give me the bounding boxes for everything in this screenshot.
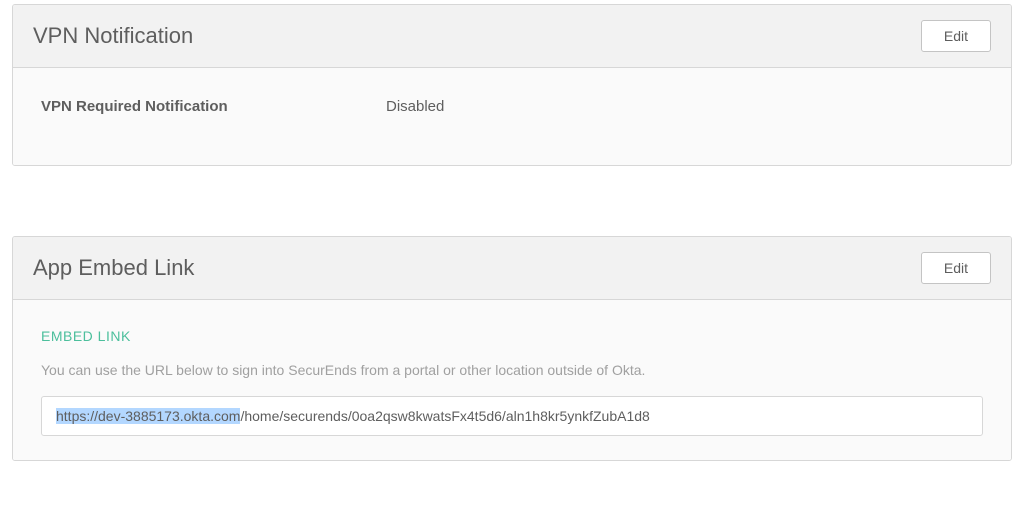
vpn-required-row: VPN Required Notification Disabled (41, 98, 983, 115)
vpn-panel-header: VPN Notification Edit (13, 5, 1011, 68)
vpn-required-value: Disabled (386, 98, 444, 115)
embed-url-rest: /home/securends/0oa2qsw8kwatsFx4t5d6/aln… (240, 408, 649, 424)
vpn-edit-button[interactable]: Edit (921, 20, 991, 52)
embed-section-label: EMBED LINK (41, 328, 983, 344)
vpn-panel-body: VPN Required Notification Disabled (13, 68, 1011, 165)
embed-panel-body: EMBED LINK You can use the URL below to … (13, 300, 1011, 460)
embed-description: You can use the URL below to sign into S… (41, 362, 983, 378)
embed-panel-title: App Embed Link (33, 255, 194, 281)
vpn-required-label: VPN Required Notification (41, 98, 386, 115)
vpn-notification-panel: VPN Notification Edit VPN Required Notif… (12, 4, 1012, 166)
embed-url-highlighted: https://dev-3885173.okta.com (56, 408, 240, 424)
app-embed-link-panel: App Embed Link Edit EMBED LINK You can u… (12, 236, 1012, 461)
panel-spacer (0, 170, 1024, 232)
vpn-panel-title: VPN Notification (33, 23, 193, 49)
embed-url-box[interactable]: https://dev-3885173.okta.com/home/secure… (41, 396, 983, 436)
embed-panel-header: App Embed Link Edit (13, 237, 1011, 300)
embed-edit-button[interactable]: Edit (921, 252, 991, 284)
